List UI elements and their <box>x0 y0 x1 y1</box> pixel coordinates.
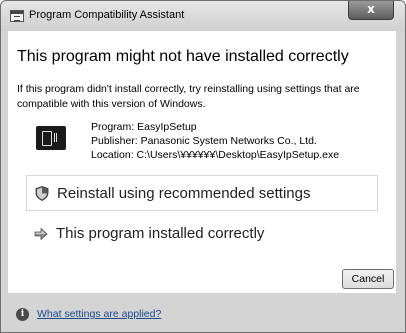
dialog-content: This program might not have installed co… <box>8 31 396 293</box>
reinstall-option-label: Reinstall using recommended settings <box>57 185 311 202</box>
reinstall-option[interactable]: Reinstall using recommended settings <box>26 175 378 211</box>
installed-correctly-option[interactable]: This program installed correctly <box>26 216 378 252</box>
program-name: Program: EasyIpSetup <box>91 121 197 133</box>
main-heading: This program might not have installed co… <box>17 48 349 65</box>
program-location: Location: C:\Users\¥¥¥¥¥¥\Desktop\EasyIp… <box>91 149 340 161</box>
info-icon: i <box>16 308 29 321</box>
program-details: Program: EasyIpSetup Publisher: Panasoni… <box>91 120 339 162</box>
app-window-icon <box>10 10 24 22</box>
dialog-window: Program Compatibility Assistant x This p… <box>0 0 406 333</box>
cancel-button[interactable]: Cancel <box>342 269 394 289</box>
description-text: If this program didn't install correctly… <box>17 83 360 110</box>
title-bar[interactable]: Program Compatibility Assistant x <box>1 1 405 31</box>
window-title: Program Compatibility Assistant <box>29 9 185 21</box>
settings-help-link[interactable]: What settings are applied? <box>37 308 161 320</box>
shield-icon <box>35 186 49 201</box>
installed-correctly-label: This program installed correctly <box>56 225 265 242</box>
arrow-icon <box>34 228 48 240</box>
close-button[interactable]: x <box>348 1 394 20</box>
program-publisher: Publisher: Panasonic System Networks Co.… <box>91 135 317 147</box>
program-icon <box>36 126 66 150</box>
